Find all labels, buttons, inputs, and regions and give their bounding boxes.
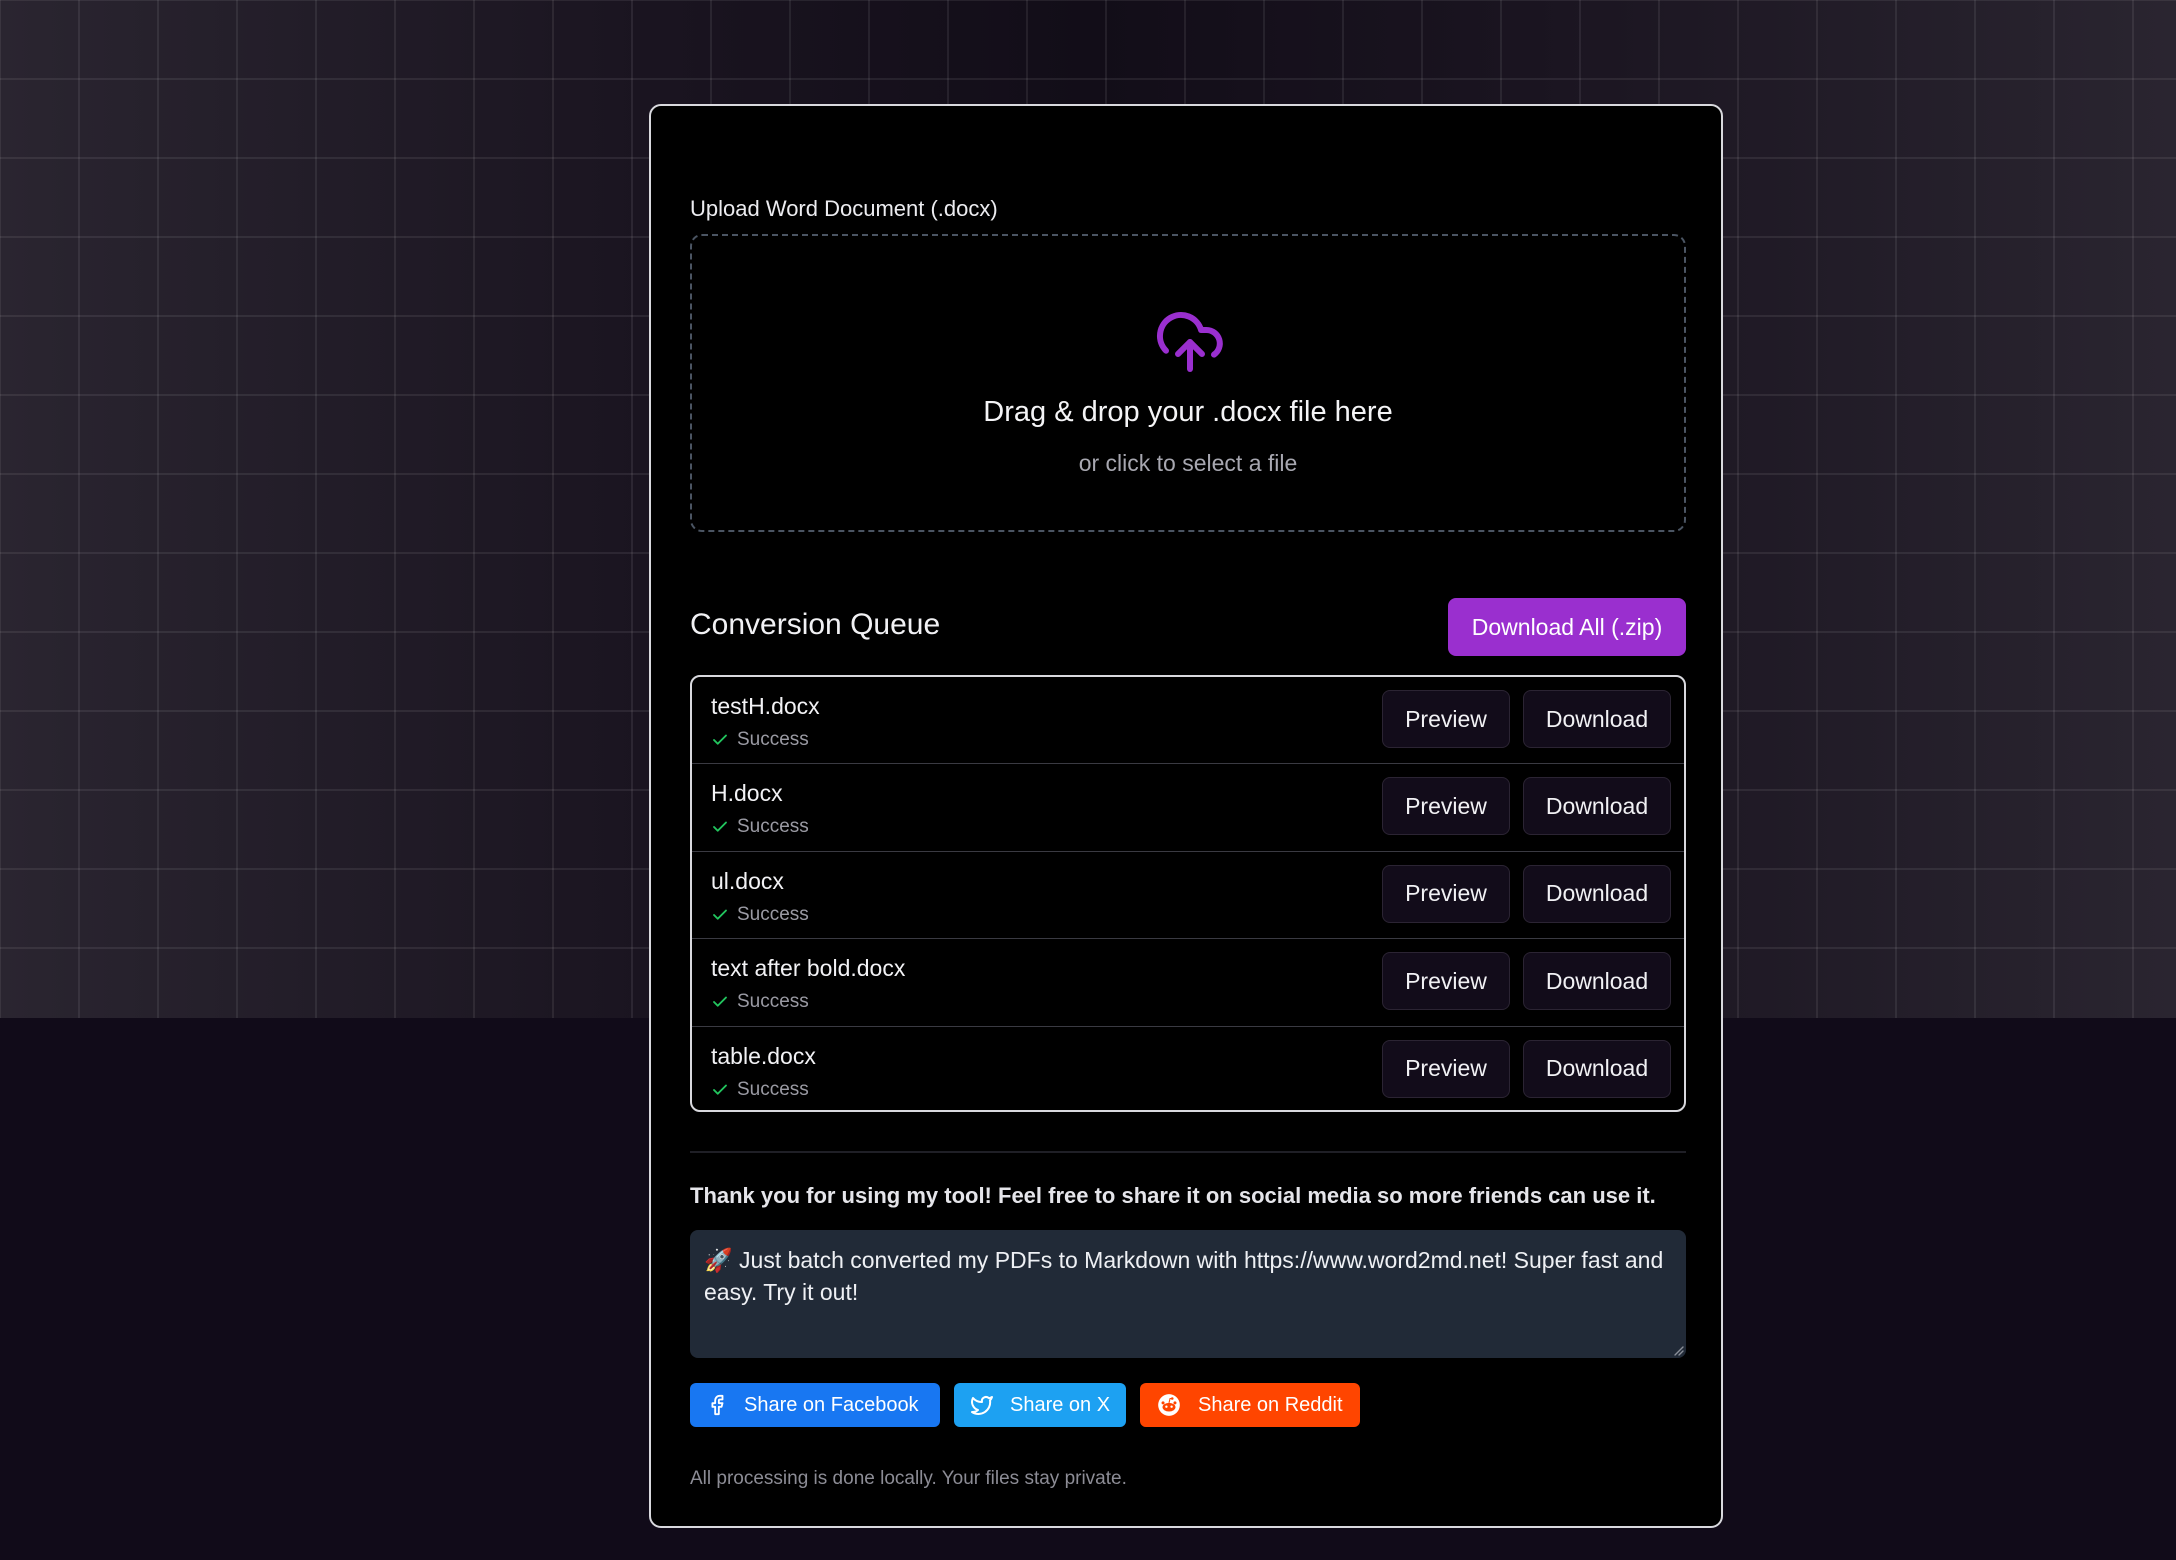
- preview-button[interactable]: Preview: [1382, 864, 1510, 923]
- file-name: ul.docx: [711, 867, 784, 894]
- upload-label: Upload Word Document (.docx): [690, 196, 998, 221]
- queue-title: Conversion Queue: [690, 608, 941, 641]
- preview-button[interactable]: Preview: [1382, 690, 1510, 748]
- file-status: Success: [711, 991, 809, 1013]
- download-button[interactable]: Download: [1523, 864, 1671, 923]
- file-name: H.docx: [711, 780, 783, 807]
- check-icon: [713, 909, 727, 920]
- download-button[interactable]: Download: [1523, 1039, 1671, 1098]
- check-icon: [713, 1084, 727, 1095]
- check-icon: [713, 996, 727, 1007]
- preview-button[interactable]: Preview: [1382, 952, 1510, 1011]
- share-facebook-label: Share on Facebook: [744, 1393, 919, 1416]
- file-name: table.docx: [711, 1042, 816, 1069]
- conversion-queue-list: testH.docx Success Preview Download H.do…: [690, 675, 1686, 1112]
- file-status: Success: [711, 904, 809, 926]
- share-x-button[interactable]: Share on X: [954, 1383, 1126, 1427]
- share-message-textarea[interactable]: 🚀 Just batch converted my PDFs to Markdo…: [690, 1230, 1686, 1358]
- queue-row: ul.docx Success Preview Download: [692, 852, 1684, 940]
- share-x-label: Share on X: [1010, 1393, 1111, 1416]
- status-text: Success: [737, 991, 809, 1013]
- file-status: Success: [711, 816, 809, 838]
- share-facebook-button[interactable]: Share on Facebook: [690, 1383, 940, 1427]
- reddit-icon: [1158, 1394, 1180, 1416]
- status-text: Success: [737, 903, 809, 925]
- cloud-upload-icon: [1156, 311, 1223, 372]
- converter-card: Upload Word Document (.docx) Drag & drop…: [649, 104, 1723, 1528]
- facebook-icon: [711, 1394, 724, 1416]
- preview-button[interactable]: Preview: [1382, 1039, 1510, 1098]
- download-button[interactable]: Download: [1523, 690, 1671, 748]
- file-status: Success: [711, 1079, 809, 1101]
- download-all-button[interactable]: Download All (.zip): [1448, 598, 1686, 656]
- thanks-message: Thank you for using my tool! Feel free t…: [690, 1183, 1656, 1208]
- section-divider: [690, 1151, 1686, 1153]
- queue-row: testH.docx Success Preview Download: [692, 677, 1684, 765]
- twitter-bird-icon: [971, 1396, 993, 1415]
- queue-row: H.docx Success Preview Download: [692, 764, 1684, 852]
- file-dropzone[interactable]: Drag & drop your .docx file here or clic…: [690, 234, 1686, 532]
- check-icon: [713, 734, 727, 745]
- download-button[interactable]: Download: [1523, 777, 1671, 836]
- preview-button[interactable]: Preview: [1382, 777, 1510, 836]
- share-reddit-button[interactable]: Share on Reddit: [1140, 1383, 1360, 1427]
- status-text: Success: [737, 729, 809, 750]
- status-text: Success: [737, 816, 809, 838]
- file-status: Success: [711, 729, 809, 751]
- download-button[interactable]: Download: [1523, 952, 1671, 1011]
- file-name: text after bold.docx: [711, 955, 906, 982]
- resize-grip-icon[interactable]: [1672, 1344, 1684, 1356]
- queue-row: table.docx Success Preview Download: [692, 1027, 1684, 1110]
- dropzone-title: Drag & drop your .docx file here: [983, 396, 1393, 428]
- share-reddit-label: Share on Reddit: [1198, 1393, 1343, 1416]
- dropzone-subtitle: or click to select a file: [1078, 450, 1298, 476]
- privacy-note: All processing is done locally. Your fil…: [690, 1468, 1127, 1489]
- status-text: Success: [737, 1078, 809, 1100]
- queue-row: text after bold.docx Success Preview Dow…: [692, 939, 1684, 1027]
- check-icon: [713, 821, 727, 833]
- file-name: testH.docx: [711, 693, 820, 719]
